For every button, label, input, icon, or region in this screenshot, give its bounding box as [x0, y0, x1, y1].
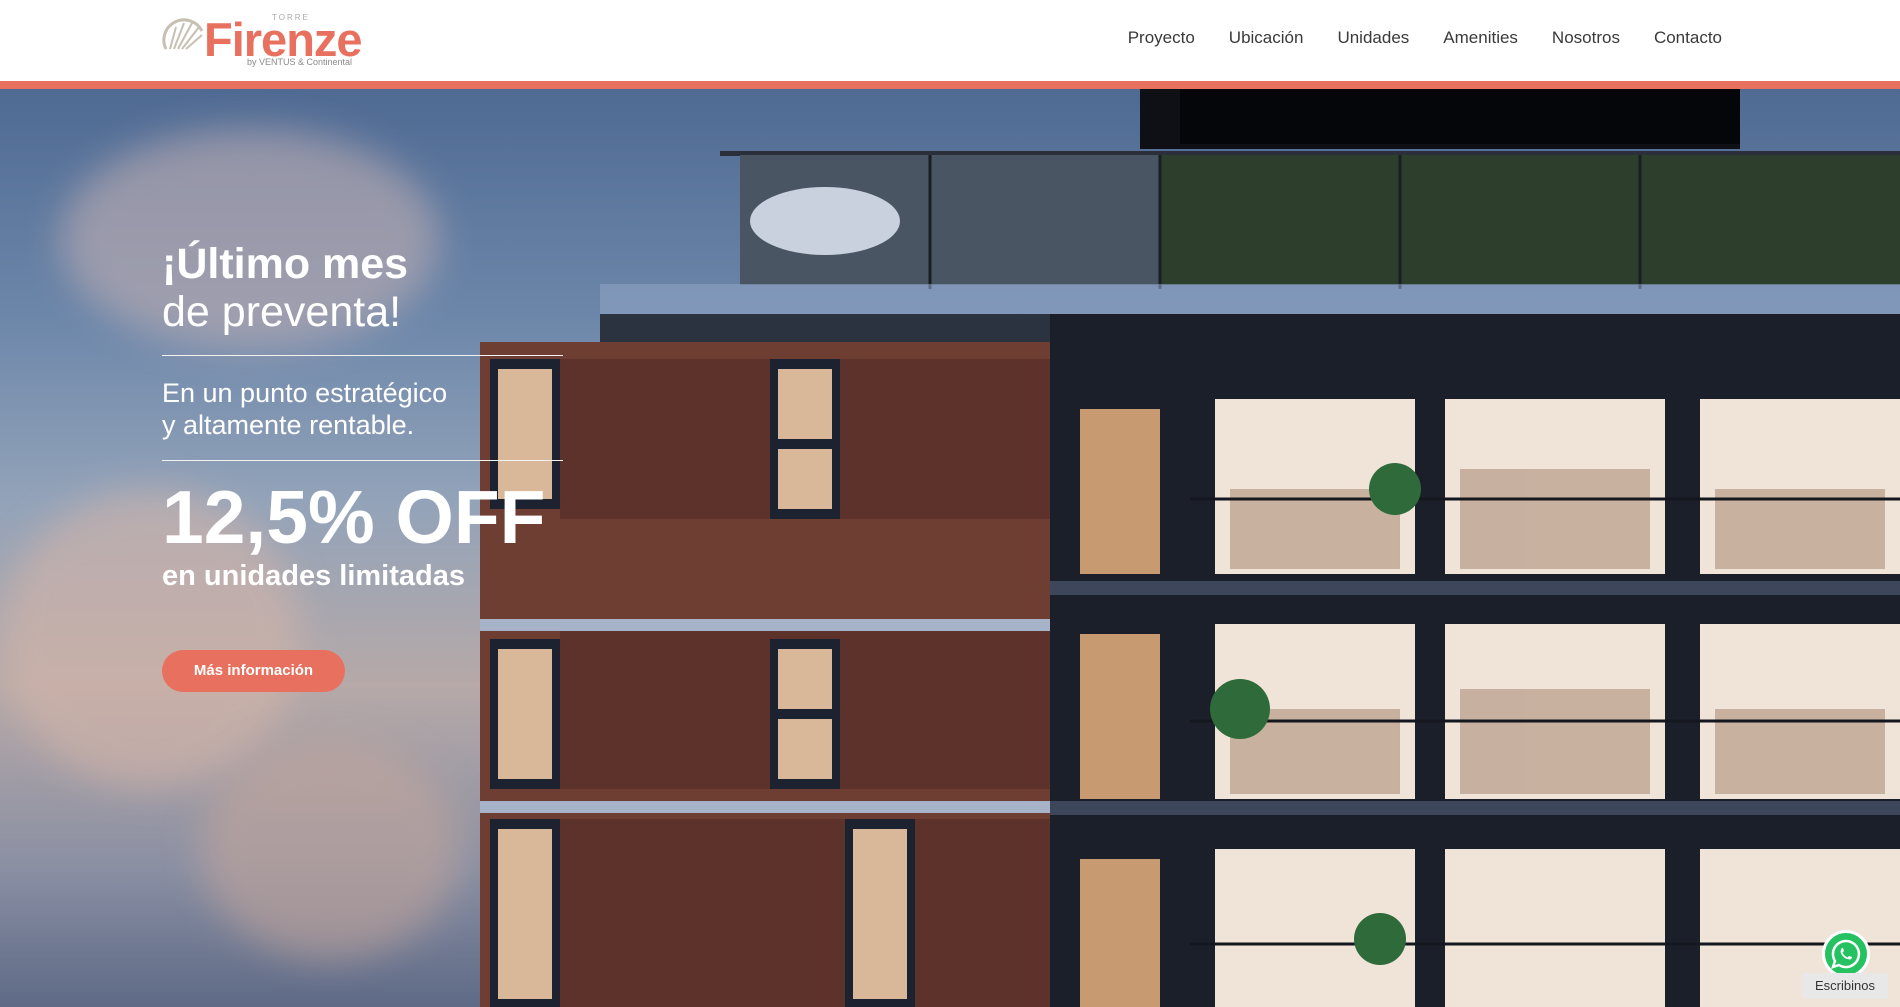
- hero-headline: ¡Último mes: [162, 240, 409, 288]
- hero-divider: [162, 355, 563, 356]
- nav-item-nosotros[interactable]: Nosotros: [1552, 28, 1620, 48]
- hero-subtitle-line1: En un punto estratégico: [162, 378, 448, 408]
- whatsapp-label[interactable]: Escribinos: [1802, 973, 1888, 999]
- brand-byline: by VENTUS & Continental: [247, 57, 353, 67]
- more-info-button[interactable]: Más información: [162, 650, 345, 692]
- nav-item-amenities[interactable]: Amenities: [1443, 28, 1518, 48]
- hero-subtitle-line2: y altamente rentable.: [162, 410, 415, 440]
- header-accent-bar: [0, 81, 1900, 89]
- whatsapp-button[interactable]: [1822, 930, 1870, 978]
- nav-item-contacto[interactable]: Contacto: [1654, 28, 1722, 48]
- hero-headline-secondary: de preventa!: [162, 288, 402, 336]
- hero-offer-subtitle: en unidades limitadas: [162, 560, 465, 592]
- hero-section: ¡Último mes de preventa! En un punto est…: [0, 89, 1900, 1007]
- main-nav: Proyecto Ubicación Unidades Amenities No…: [1094, 28, 1722, 48]
- site-header: TORRE Firenze by VENTUS & Continental Pr…: [0, 0, 1900, 81]
- logo-sunburst-icon: [162, 18, 204, 50]
- brand-logo[interactable]: TORRE Firenze by VENTUS & Continental: [162, 10, 380, 70]
- nav-item-proyecto[interactable]: Proyecto: [1128, 28, 1195, 48]
- whatsapp-icon: [1831, 939, 1861, 969]
- hero-divider: [162, 460, 563, 461]
- hero-offer: 12,5% OFF: [162, 475, 546, 559]
- nav-item-unidades[interactable]: Unidades: [1337, 28, 1409, 48]
- nav-item-ubicacion[interactable]: Ubicación: [1229, 28, 1304, 48]
